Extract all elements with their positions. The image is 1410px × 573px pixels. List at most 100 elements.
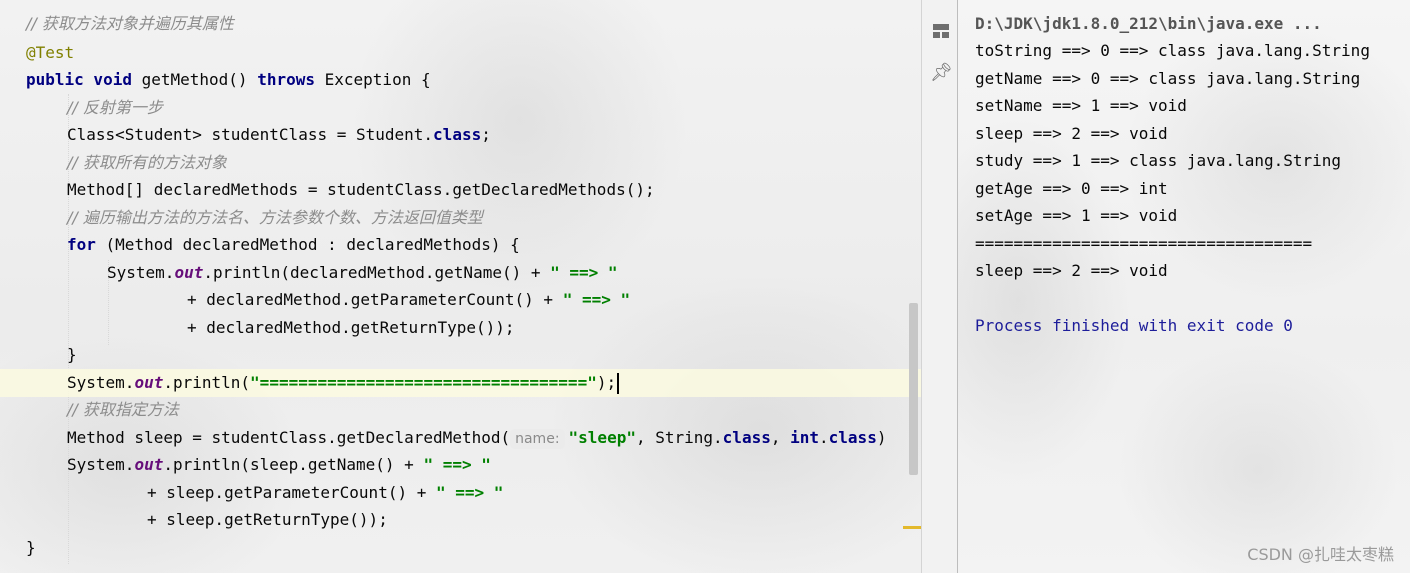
code-text: // 获取方法对象并遍历其属性: [26, 10, 234, 38]
code-token: Method[] declaredMethods = studentClass.…: [67, 180, 655, 199]
code-token: // 获取方法对象并遍历其属性: [26, 14, 234, 33]
code-token: + declaredMethod.getParameterCount() +: [187, 290, 563, 309]
code-token: for: [67, 235, 96, 254]
console-line: Process finished with exit code 0: [975, 316, 1293, 335]
code-line[interactable]: for (Method declaredMethod : declaredMet…: [0, 231, 921, 259]
code-text: System.out.println(sleep.getName() + " =…: [67, 451, 491, 479]
code-line[interactable]: + declaredMethod.getParameterCount() + "…: [0, 286, 921, 314]
console-line: sleep ==> 2 ==> void: [975, 123, 1168, 143]
code-token: " ==> ": [435, 483, 504, 502]
console-line: setName ==> 1 ==> void: [975, 96, 1187, 115]
code-text: for (Method declaredMethod : declaredMet…: [67, 231, 520, 259]
console-line: getAge ==> 0 ==> int: [975, 178, 1168, 198]
watermark: CSDN @扎哇太枣糕: [1247, 545, 1394, 564]
pin-icon[interactable]: 📌︎: [930, 62, 953, 84]
code-line[interactable]: }: [0, 534, 921, 562]
code-line[interactable]: }: [0, 341, 921, 369]
code-token: );: [596, 373, 617, 392]
code-token: class: [828, 428, 877, 447]
code-line[interactable]: Method sleep = studentClass.getDeclaredM…: [0, 424, 921, 452]
code-token: + sleep.getReturnType());: [147, 510, 388, 529]
console-line: setAge ==> 1 ==> void: [975, 206, 1178, 225]
code-token: .println(declaredMethod.getName() +: [203, 263, 551, 282]
code-token: System.: [107, 263, 175, 282]
code-token: out: [134, 373, 164, 392]
code-text: System.out.println("====================…: [67, 369, 620, 397]
code-token: + sleep.getParameterCount() +: [147, 483, 436, 502]
console-line: study ==> 1 ==> class java.lang.String: [975, 151, 1342, 170]
code-token: // 遍历输出方法的方法名、方法参数个数、方法返回值类型: [67, 208, 483, 227]
code-token: int: [790, 428, 820, 447]
code-text: Method[] declaredMethods = studentClass.…: [67, 176, 655, 204]
code-token: }: [26, 538, 36, 557]
console-line: toString ==> 0 ==> class java.lang.Strin…: [975, 41, 1370, 60]
code-token: .: [819, 428, 829, 447]
code-token: + declaredMethod.getReturnType());: [187, 318, 515, 337]
code-text: }: [26, 534, 36, 562]
code-token: public void: [26, 70, 132, 89]
console-line: getName ==> 0 ==> class java.lang.String: [975, 68, 1361, 88]
console-line: sleep ==> 2 ==> void: [975, 261, 1168, 280]
code-line[interactable]: System.out.println(sleep.getName() + " =…: [0, 451, 921, 479]
layout-icon[interactable]: [930, 21, 952, 43]
code-line[interactable]: @Test: [0, 39, 921, 67]
code-token: @Test: [26, 43, 75, 62]
run-console[interactable]: D:\JDK\jdk1.8.0_212\bin\java.exe ... toS…: [958, 0, 1410, 573]
code-line[interactable]: // 遍历输出方法的方法名、方法参数个数、方法返回值类型: [0, 204, 921, 232]
scroll-marker[interactable]: [903, 526, 921, 529]
code-token: out: [174, 263, 204, 282]
editor-scrollbar[interactable]: [909, 303, 918, 475]
code-text: }: [67, 341, 77, 369]
parameter-hint: name:: [510, 429, 565, 449]
code-line[interactable]: System.out.println("====================…: [0, 369, 921, 397]
code-token: Method sleep = studentClass.getDeclaredM…: [67, 428, 511, 447]
code-line[interactable]: // 获取所有的方法对象: [0, 149, 921, 177]
code-token: ,: [770, 428, 791, 447]
code-token: class: [433, 125, 482, 144]
code-line[interactable]: System.out.println(declaredMethod.getNam…: [0, 259, 921, 287]
code-token: Exception {: [315, 70, 431, 89]
code-token: out: [134, 455, 164, 474]
code-token: " ==> ": [562, 290, 631, 309]
console-line: ===================================: [975, 233, 1313, 253]
code-token: .println(sleep.getName() +: [163, 455, 424, 474]
code-token: ;: [481, 125, 491, 144]
code-editor[interactable]: // 获取方法对象并遍历其属性 @Test public void getMetho…: [0, 0, 921, 573]
code-text: public void getMethod() throws Exception…: [26, 66, 431, 94]
code-token: (Method declaredMethod : declaredMethods…: [95, 235, 520, 254]
code-line[interactable]: // 获取指定方法: [0, 396, 921, 424]
code-token: System.: [67, 455, 135, 474]
code-line[interactable]: Method[] declaredMethods = studentClass.…: [0, 176, 921, 204]
code-token: "sleep": [568, 428, 636, 447]
code-text: System.out.println(declaredMethod.getNam…: [107, 259, 618, 287]
code-token: // 获取指定方法: [67, 400, 179, 419]
code-token: Class<Student> studentClass = Student.: [67, 125, 434, 144]
code-line[interactable]: public void getMethod() throws Exception…: [0, 66, 921, 94]
code-token: // 反射第一步: [67, 98, 163, 117]
code-token: }: [67, 345, 77, 364]
code-line[interactable]: // 获取方法对象并遍历其属性: [0, 10, 921, 38]
code-token: System.: [67, 373, 135, 392]
console-command: D:\JDK\jdk1.8.0_212\bin\java.exe ...: [975, 14, 1322, 33]
code-text: // 获取指定方法: [67, 396, 179, 424]
code-token: // 获取所有的方法对象: [67, 153, 227, 172]
run-tool-strip: 📌︎: [921, 0, 959, 573]
code-text: + declaredMethod.getParameterCount() + "…: [187, 286, 630, 314]
code-line[interactable]: Class<Student> studentClass = Student.cl…: [0, 121, 921, 149]
code-line[interactable]: + declaredMethod.getReturnType());: [0, 314, 921, 342]
code-line[interactable]: // 反射第一步: [0, 94, 921, 122]
code-text: + sleep.getParameterCount() + " ==> ": [147, 479, 503, 507]
code-token: , String.: [635, 428, 723, 447]
code-text: Class<Student> studentClass = Student.cl…: [67, 121, 491, 149]
code-text: // 遍历输出方法的方法名、方法参数个数、方法返回值类型: [67, 204, 483, 232]
code-line[interactable]: + sleep.getParameterCount() + " ==> ": [0, 479, 921, 507]
code-text: // 反射第一步: [67, 94, 163, 122]
code-text: // 获取所有的方法对象: [67, 149, 227, 177]
code-line[interactable]: + sleep.getReturnType());: [0, 506, 921, 534]
code-token: ): [876, 428, 887, 447]
code-text: + sleep.getReturnType());: [147, 506, 388, 534]
code-text: Method sleep = studentClass.getDeclaredM…: [67, 424, 886, 452]
code-text: + declaredMethod.getReturnType());: [187, 314, 515, 342]
code-token: throws: [257, 70, 315, 89]
code-token: " ==> ": [550, 263, 618, 282]
